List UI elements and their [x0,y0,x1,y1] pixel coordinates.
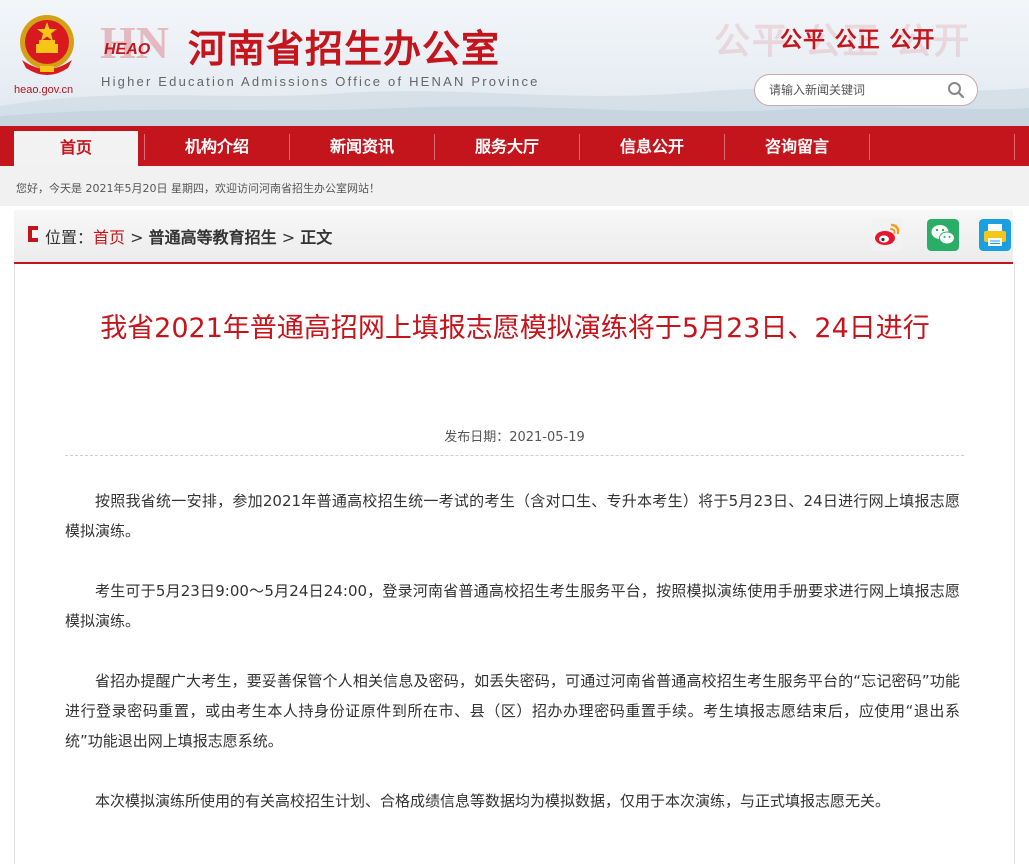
publish-date: 发布日期：2021-05-19 [15,426,1014,445]
article-paragraph: 本次模拟演练所使用的有关高校招生计划、合格成绩信息等数据均为模拟数据，仅用于本次… [95,792,891,810]
breadcrumb-prefix: 位置： [45,228,94,247]
site-subtitle: Higher Education Admissions Office of HE… [101,74,540,89]
greeting-bar: 您好，今天是 2021年5月20日 星期四，欢迎访问河南省招生办公室网站！ [0,166,1029,206]
search-icon[interactable] [947,81,965,99]
slogan: 公平 公正 公开 [780,28,936,53]
breadcrumb-current: 正文 [300,228,333,247]
wechat-icon[interactable] [927,219,959,251]
search-box[interactable] [754,74,978,106]
site-header: heao.gov.cn HN HEAO 河南省招生办公室 Higher Educ… [0,0,1029,126]
nav-item-services[interactable]: 服务大厅 [435,126,579,166]
site-domain: heao.gov.cn [14,84,74,96]
search-input[interactable] [769,81,939,99]
breadcrumb-separator: > [276,228,301,247]
publish-date-value: 2021-05-19 [509,430,585,445]
breadcrumb: 位置：首页 > 普通高等教育招生 > 正文 [45,224,332,248]
nav-item-news[interactable]: 新闻资讯 [290,126,434,166]
heao-logo-mark: HN HEAO [100,18,169,68]
nav-item-home[interactable]: 首页 [14,131,138,166]
print-icon[interactable] [979,219,1011,251]
nav-item-consult[interactable]: 咨询留言 [725,126,869,166]
location-marker-icon [28,226,38,242]
article-paragraph: 省招办提醒广大考生，要妥善保管个人相关信息及密码，如丢失密码，可通过河南省普通高… [65,672,960,750]
article-paragraph: 按照我省统一安排，参加2021年普通高校招生统一考试的考生（含对口生、专升本考生… [65,492,960,540]
article-panel: 我省2021年普通高招网上填报志愿模拟演练将于5月23日、24日进行 发布日期：… [14,264,1015,864]
nav-divider [869,134,870,160]
svg-text:HEAO: HEAO [104,41,151,58]
breadcrumb-section-link[interactable]: 普通高等教育招生 [149,228,277,247]
nav-item-disclosure[interactable]: 信息公开 [580,126,724,166]
publish-date-label: 发布日期： [444,430,510,445]
site-title: 河南省招生办公室 [188,27,501,71]
article-body: 按照我省统一安排，参加2021年普通高校招生统一考试的考生（含对口生、专升本考生… [65,486,960,846]
weibo-icon[interactable] [871,219,903,251]
breadcrumb-home-link[interactable]: 首页 [93,228,125,247]
breadcrumb-bar: 位置：首页 > 普通高等教育招生 > 正文 [14,210,1013,264]
article-paragraph: 考生可于5月23日9:00～5月24日24:00，登录河南省普通高校招生考生服务… [65,582,960,630]
national-emblem-icon [20,15,74,75]
greeting-text: 您好，今天是 2021年5月20日 星期四，欢迎访问河南省招生办公室网站！ [16,182,380,195]
main-nav: 首页 机构介绍 新闻资讯 服务大厅 信息公开 咨询留言 [0,126,1029,166]
nav-item-about[interactable]: 机构介绍 [145,126,289,166]
nav-divider [1014,134,1015,160]
article-title: 我省2021年普通高招网上填报志愿模拟演练将于5月23日、24日进行 [100,313,930,344]
breadcrumb-separator: > [125,228,149,247]
title-divider [65,455,964,456]
